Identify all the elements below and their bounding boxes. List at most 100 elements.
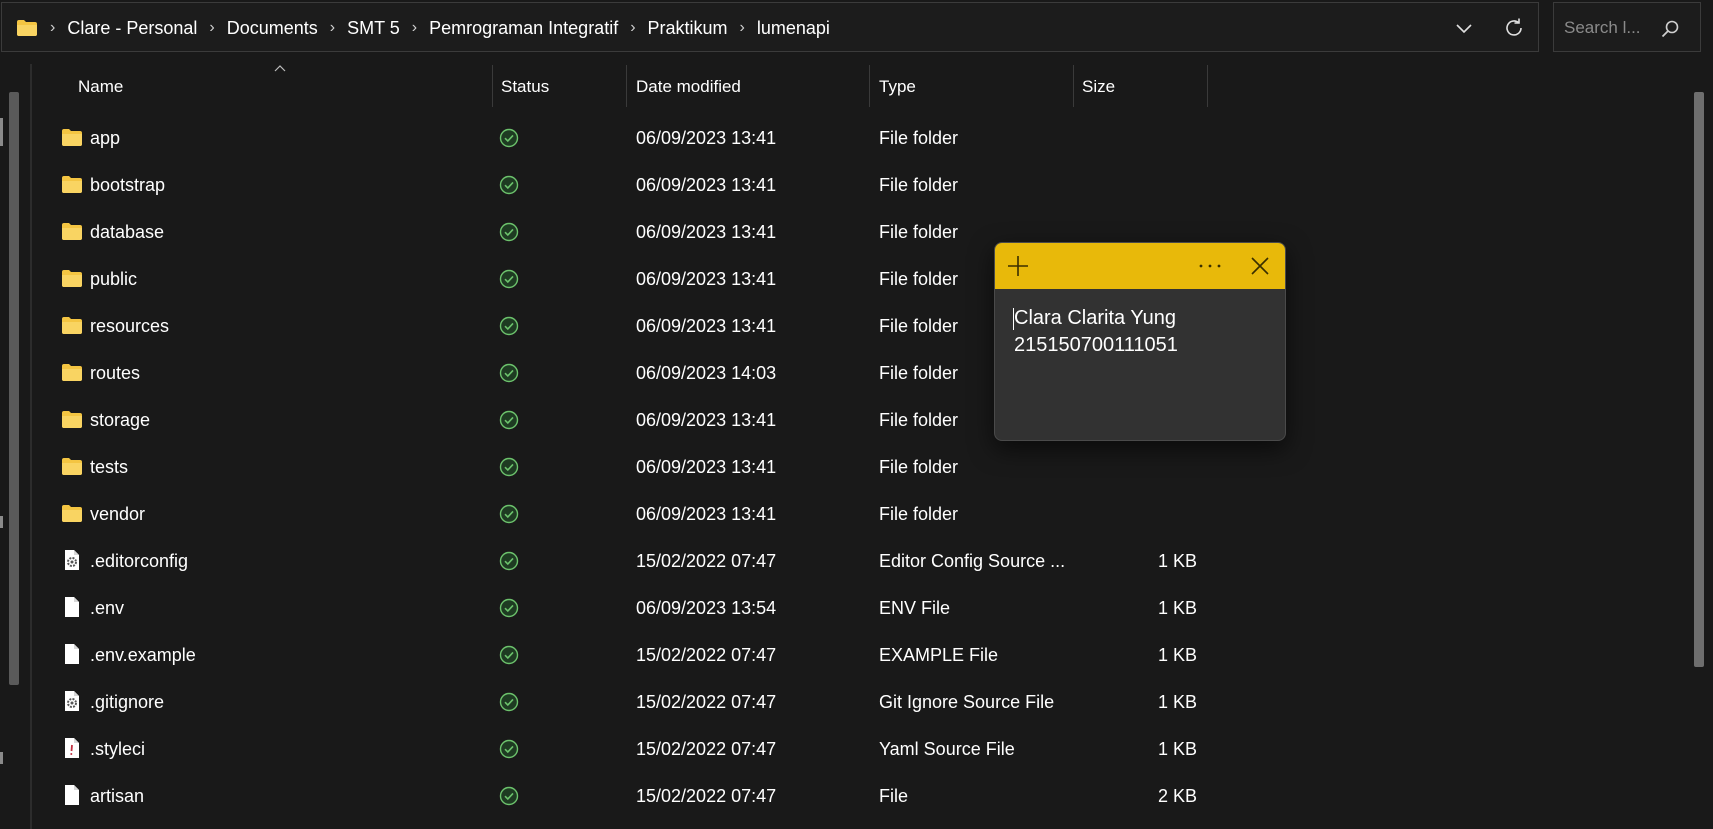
- sync-check-icon: [499, 504, 519, 524]
- chevron-down-icon: [1456, 24, 1472, 34]
- address-history-button[interactable]: [1452, 16, 1476, 40]
- file-date-modified: 15/02/2022 07:47: [636, 692, 777, 712]
- folder-icon: [61, 502, 83, 524]
- folder-icon: [61, 408, 83, 430]
- file-name: .styleci: [90, 739, 146, 759]
- chevron-right-icon[interactable]: ›: [330, 19, 335, 37]
- sticky-note[interactable]: Clara Clarita Yung 215150700111051: [994, 242, 1286, 441]
- sync-check-icon: [499, 269, 519, 289]
- file-row[interactable]: .env 06/09/2023 13:54 ENV File 1 KB: [0, 585, 1213, 632]
- breadcrumb-item[interactable]: Clare - Personal: [67, 18, 197, 39]
- chevron-right-icon[interactable]: ›: [209, 19, 214, 37]
- file-name: .editorconfig: [90, 551, 189, 571]
- plus-icon: [1008, 256, 1028, 276]
- close-icon: [1251, 257, 1269, 275]
- chevron-right-icon[interactable]: ›: [740, 19, 745, 37]
- sticky-note-header[interactable]: [995, 243, 1285, 289]
- folder-icon: [61, 314, 83, 336]
- file-type: Git Ignore Source File: [879, 692, 1055, 712]
- file-row[interactable]: .styleci 15/02/2022 07:47 Yaml Source File…: [0, 726, 1213, 773]
- column-divider[interactable]: [626, 65, 627, 107]
- search-input[interactable]: Search l...: [1553, 2, 1701, 52]
- column-header-size[interactable]: Size: [1082, 65, 1115, 109]
- sync-check-icon: [499, 363, 519, 383]
- file-type: File folder: [879, 316, 959, 336]
- sort-ascending-icon: [274, 65, 286, 72]
- note-menu-button[interactable]: [1195, 253, 1225, 279]
- folder-icon: [61, 173, 83, 195]
- column-divider[interactable]: [869, 65, 870, 107]
- note-line: Clara Clarita Yung: [1014, 307, 1176, 329]
- file-date-modified: 15/02/2022 07:47: [636, 551, 777, 571]
- file-name: database: [90, 222, 165, 242]
- file-name: .env: [90, 598, 125, 618]
- sync-check-icon: [499, 598, 519, 618]
- file-row[interactable]: .env.example 15/02/2022 07:47 EXAMPLE File…: [0, 632, 1213, 679]
- column-divider[interactable]: [1207, 65, 1208, 107]
- file-row[interactable]: vendor 06/09/2023 13:41 File folder: [0, 491, 1213, 538]
- sync-check-icon: [499, 457, 519, 477]
- file-name: bootstrap: [90, 175, 166, 195]
- file-size: 1 KB: [1157, 551, 1197, 571]
- file-date-modified: 06/09/2023 13:54: [636, 598, 777, 618]
- folder-icon: [61, 267, 83, 289]
- search-icon[interactable]: [1660, 19, 1680, 39]
- file-name: .gitignore: [90, 692, 165, 712]
- sync-check-icon: [499, 645, 519, 665]
- more-icon: [1199, 264, 1221, 268]
- file-name: vendor: [90, 504, 146, 524]
- sync-check-icon: [499, 551, 519, 571]
- sync-check-icon: [499, 410, 519, 430]
- file-date-modified: 06/09/2023 13:41: [636, 457, 777, 477]
- column-header-type[interactable]: Type: [879, 65, 916, 109]
- file-row[interactable]: bootstrap 06/09/2023 13:41 File folder: [0, 162, 1213, 209]
- breadcrumb-item[interactable]: SMT 5: [347, 18, 400, 39]
- column-divider[interactable]: [492, 65, 493, 107]
- config-file-icon: [61, 549, 83, 571]
- vertical-scrollbar[interactable]: [1694, 92, 1704, 667]
- file-icon: [61, 643, 83, 665]
- folder-icon: [61, 455, 83, 477]
- breadcrumb-item[interactable]: Documents: [227, 18, 318, 39]
- file-icon: [61, 784, 83, 806]
- folder-icon: [61, 361, 83, 383]
- breadcrumb-item[interactable]: Pemrograman Integratif: [429, 18, 618, 39]
- file-size: 1 KB: [1157, 598, 1197, 618]
- file-row[interactable]: artisan 15/02/2022 07:47 File 2 KB: [0, 773, 1213, 820]
- folder-icon: [61, 126, 83, 148]
- text-cursor: [1013, 308, 1014, 330]
- file-type: File folder: [879, 457, 959, 477]
- column-divider[interactable]: [1073, 65, 1074, 107]
- column-header-status[interactable]: Status: [501, 65, 549, 109]
- column-header-date-modified[interactable]: Date modified: [636, 65, 741, 109]
- file-name: resources: [90, 316, 170, 336]
- file-row[interactable]: app 06/09/2023 13:41 File folder: [0, 115, 1213, 162]
- breadcrumb-item[interactable]: lumenapi: [757, 18, 830, 39]
- file-name: tests: [90, 457, 129, 477]
- breadcrumb-item[interactable]: Praktikum: [648, 18, 728, 39]
- file-row[interactable]: .editorconfig 15/02/2022 07:47 Editor Conf…: [0, 538, 1213, 585]
- note-text-area[interactable]: Clara Clarita Yung 215150700111051: [1013, 305, 1269, 359]
- file-icon: [61, 596, 83, 618]
- file-size: 2 KB: [1157, 786, 1197, 806]
- file-date-modified: 06/09/2023 13:41: [636, 504, 777, 524]
- note-line: 215150700111051: [1014, 334, 1178, 356]
- file-row[interactable]: .gitignore 15/02/2022 07:47 Git Ignore Sou…: [0, 679, 1213, 726]
- address-bar[interactable]: › Clare - Personal › Documents › SMT 5 ›…: [1, 2, 1539, 52]
- file-row[interactable]: tests 06/09/2023 13:41 File folder: [0, 444, 1213, 491]
- close-note-button[interactable]: [1247, 253, 1273, 279]
- file-date-modified: 15/02/2022 07:47: [636, 645, 777, 665]
- file-type: File folder: [879, 222, 959, 242]
- sync-check-icon: [499, 739, 519, 759]
- chevron-right-icon[interactable]: ›: [412, 19, 417, 37]
- new-note-button[interactable]: [1005, 253, 1031, 279]
- sync-check-icon: [499, 175, 519, 195]
- yaml-file-icon: [61, 737, 83, 759]
- chevron-right-icon[interactable]: ›: [630, 19, 635, 37]
- file-type: File folder: [879, 410, 959, 430]
- folder-icon: [17, 20, 37, 36]
- refresh-button[interactable]: [1501, 15, 1527, 41]
- file-date-modified: 06/09/2023 13:41: [636, 175, 777, 195]
- file-type: File folder: [879, 363, 959, 383]
- column-header-name[interactable]: Name: [78, 65, 123, 109]
